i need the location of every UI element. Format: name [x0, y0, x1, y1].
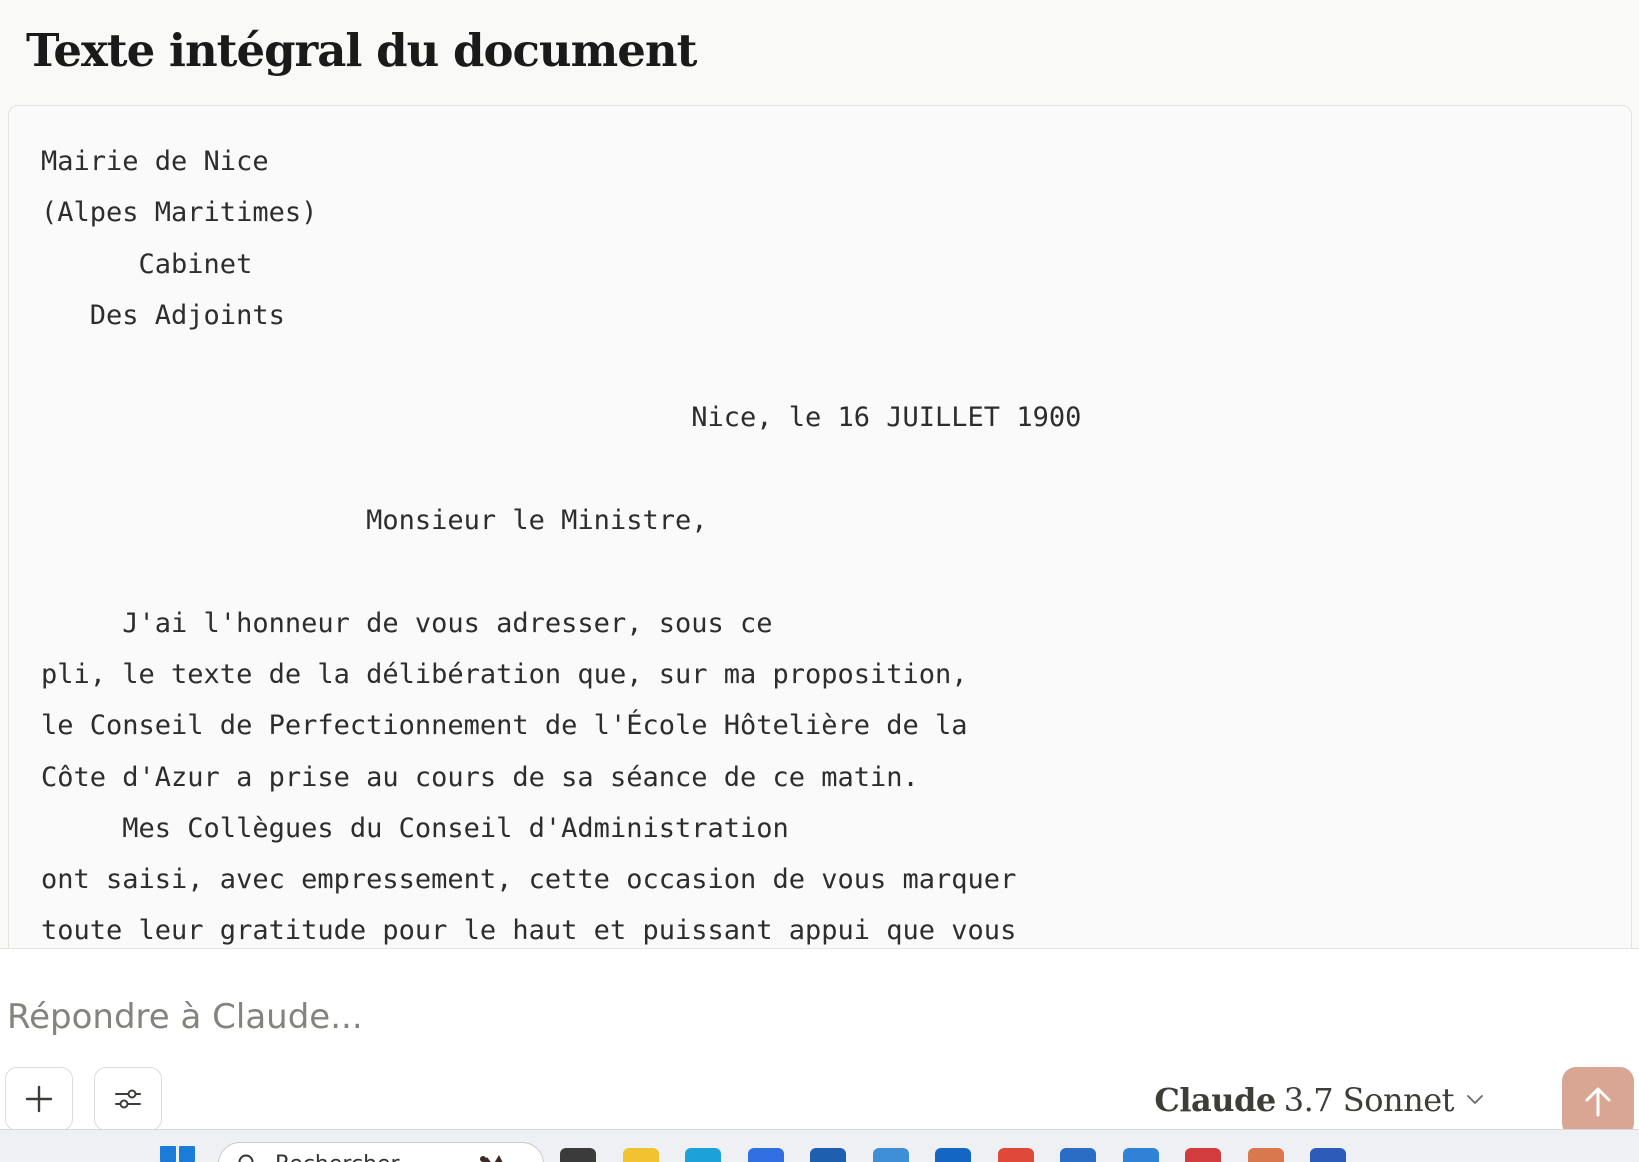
windows-taskbar: Rechercher	[0, 1129, 1639, 1162]
chevron-down-icon	[1467, 1095, 1483, 1104]
document-text: Mairie de Nice (Alpes Maritimes) Cabinet…	[41, 146, 1082, 947]
notepad-icon[interactable]	[872, 1148, 909, 1162]
app-blue-icon[interactable]	[747, 1148, 784, 1162]
store-icon[interactable]	[1060, 1148, 1096, 1162]
visual-studio-icon[interactable]	[1122, 1148, 1159, 1162]
snipping-tool-icon[interactable]	[1185, 1148, 1221, 1162]
settings-button[interactable]	[94, 1067, 162, 1131]
add-attachment-button[interactable]	[5, 1067, 73, 1131]
chat-window: Texte intégral du document Mairie de Nic…	[0, 0, 1639, 1162]
chrome-icon[interactable]	[997, 1148, 1034, 1162]
taskbar-search[interactable]: Rechercher	[218, 1142, 544, 1162]
claude-icon[interactable]	[1247, 1148, 1284, 1162]
file-explorer-icon[interactable]	[622, 1148, 659, 1162]
model-name: Claude	[1154, 1081, 1276, 1119]
message-composer: Claude 3.7 Sonnet	[0, 948, 1639, 1137]
model-version: 3.7 Sonnet	[1283, 1081, 1455, 1119]
document-heading: Texte intégral du document	[26, 24, 697, 77]
start-button[interactable]	[160, 1146, 196, 1162]
remote-desktop-icon[interactable]	[810, 1148, 846, 1162]
arrow-up-icon	[1585, 1087, 1611, 1117]
model-selector[interactable]: Claude 3.7 Sonnet	[1154, 1081, 1484, 1119]
document-text-block: Mairie de Nice (Alpes Maritimes) Cabinet…	[8, 105, 1632, 1007]
task-view-icon[interactable]	[560, 1148, 596, 1162]
word-icon[interactable]	[1310, 1148, 1346, 1162]
reply-input[interactable]	[7, 989, 1207, 1045]
plus-icon	[25, 1085, 53, 1113]
search-icon	[238, 1154, 254, 1162]
send-button[interactable]	[1562, 1067, 1634, 1137]
sliders-icon	[115, 1089, 141, 1109]
edge-icon[interactable]	[685, 1148, 721, 1162]
taskbar-search-label: Rechercher	[275, 1152, 400, 1162]
outlook-icon[interactable]	[935, 1148, 971, 1162]
search-highlight-icon	[480, 1155, 503, 1162]
windows-logo-icon	[160, 1146, 176, 1162]
